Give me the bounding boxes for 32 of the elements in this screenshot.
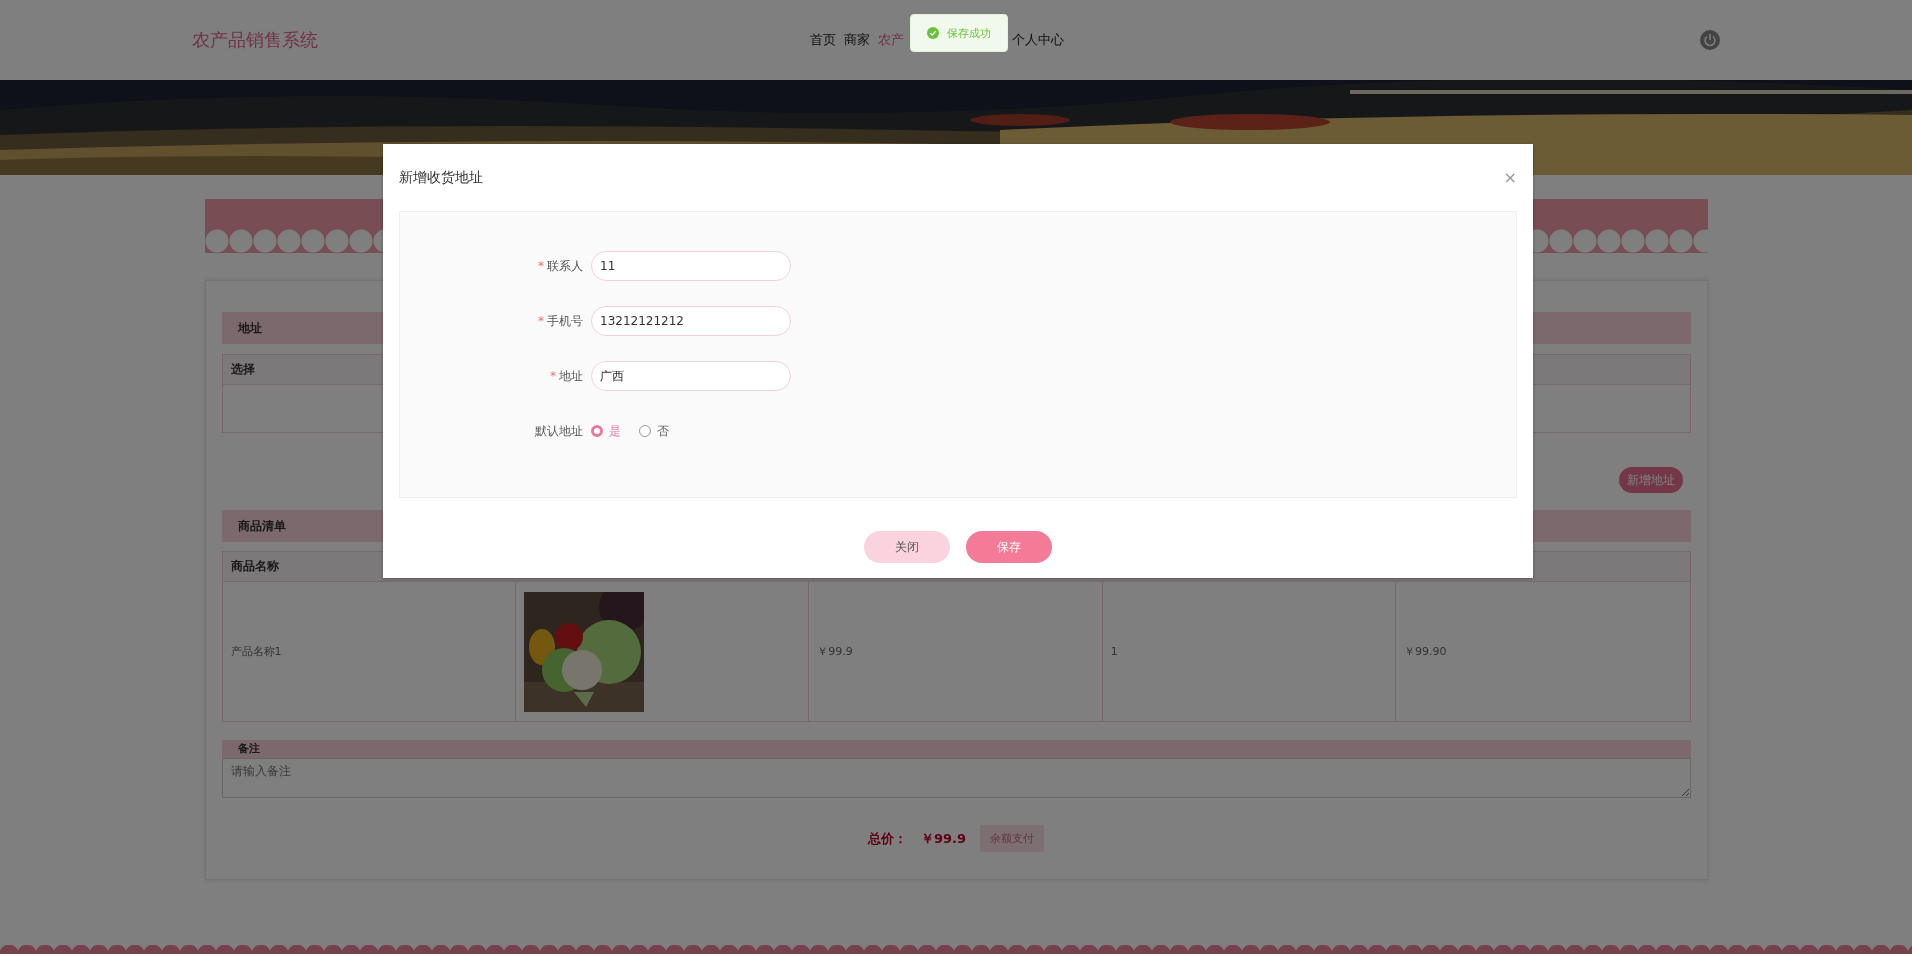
table-cell: ￥99.9: [809, 582, 1103, 721]
dialog-button[interactable]: 关闭: [864, 531, 950, 563]
total-label: 总价：: [867, 829, 907, 848]
toast-message: 保存成功: [947, 25, 991, 41]
required-mark: *: [538, 258, 544, 273]
close-button[interactable]: ×: [1503, 168, 1517, 187]
nav-link[interactable]: 首页: [810, 31, 836, 49]
dialog-title: 新增收货地址: [399, 168, 483, 187]
nav-link[interactable]: 个人中心: [1012, 31, 1064, 49]
section-title: 备注: [221, 740, 1691, 758]
check-icon: [927, 27, 939, 39]
required-mark: *: [550, 368, 556, 383]
input-field[interactable]: 广西: [591, 361, 791, 391]
field-label: 联系人: [547, 258, 583, 273]
table-cell-text: ￥99.90: [1403, 644, 1448, 660]
total-amount: ￥99.9: [920, 829, 967, 848]
input-field[interactable]: 13212121212: [591, 306, 791, 336]
required-mark: *: [538, 313, 544, 328]
radio-label[interactable]: 是: [609, 422, 621, 440]
field-label: 手机号: [547, 313, 583, 328]
nav-link[interactable]: 商家: [844, 31, 870, 49]
radio-label[interactable]: 否: [657, 422, 669, 440]
field-label: 默认地址: [534, 422, 584, 440]
field-label: 地址: [559, 368, 583, 383]
input-field[interactable]: 11: [591, 251, 791, 281]
radio-button[interactable]: [591, 425, 603, 437]
table-cell: 1: [1102, 582, 1397, 721]
dialog-button[interactable]: 保存: [966, 531, 1052, 563]
radio-button[interactable]: [639, 425, 651, 437]
table-cell: 产品名称1: [222, 582, 516, 721]
power-icon[interactable]: [1700, 30, 1720, 50]
remark-field[interactable]: 请输入备注: [221, 758, 1691, 798]
